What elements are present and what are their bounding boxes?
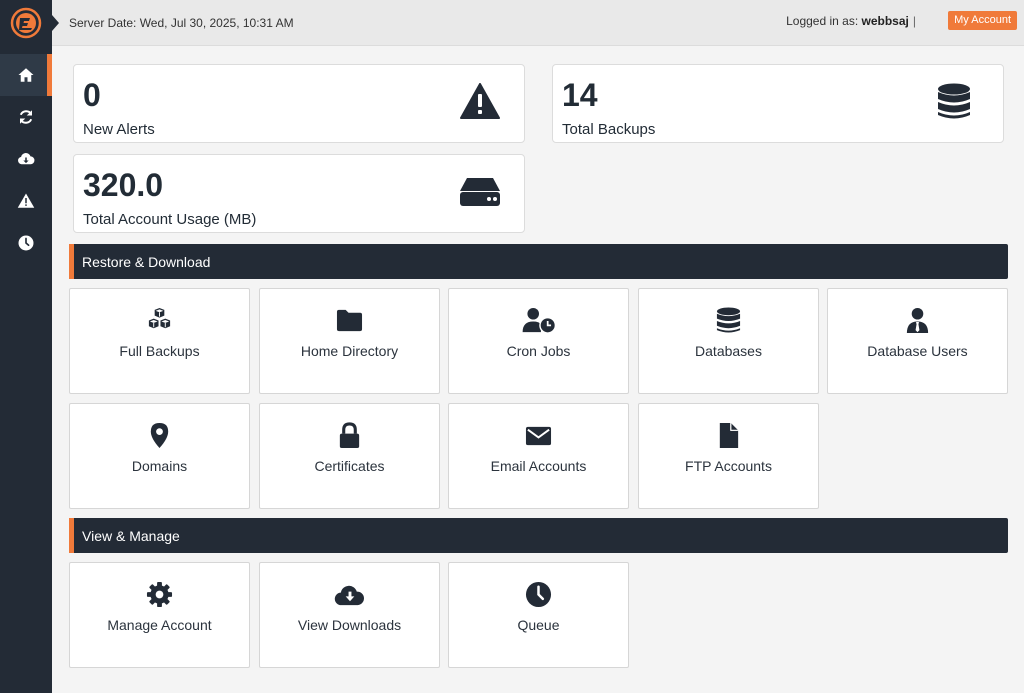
tile-label: View Downloads (297, 617, 402, 633)
tile-icon-wrap (70, 422, 249, 450)
tile-icon-wrap (260, 581, 439, 609)
logo-icon (10, 7, 42, 39)
tile-icon-wrap (639, 422, 818, 450)
tile-cron-jobs[interactable]: Cron Jobs (448, 288, 629, 394)
my-account-button[interactable]: My Account (948, 11, 1017, 30)
tile-queue[interactable]: Queue (448, 562, 629, 668)
tile-icon-wrap (260, 307, 439, 335)
backups-count: 14 (562, 77, 598, 113)
tile-icon-wrap (449, 581, 628, 609)
section-view-manage: View & Manage (69, 518, 1008, 553)
hard-drive-icon (460, 178, 500, 206)
tile-icon-wrap (639, 307, 818, 335)
tile-domains[interactable]: Domains (69, 403, 250, 509)
tile-label: Email Accounts (490, 458, 587, 474)
database-icon (716, 307, 741, 333)
cloud-download-icon (18, 153, 35, 165)
warning-icon (17, 193, 35, 208)
folder-icon (336, 309, 363, 332)
tile-certificates[interactable]: Certificates (259, 403, 440, 509)
tile-database-users[interactable]: Database Users (827, 288, 1008, 394)
sidebar-item-home[interactable] (0, 54, 52, 96)
tile-label: Certificates (314, 458, 385, 474)
tile-databases[interactable]: Databases (638, 288, 819, 394)
logged-in-label: Logged in as: (786, 14, 859, 28)
top-header: Server Date: Wed, Jul 30, 2025, 10:31 AM… (52, 0, 1024, 46)
sidebar-item-downloads[interactable] (0, 138, 52, 180)
usage-label: Total Account Usage (MB) (83, 211, 257, 228)
stat-card-usage[interactable]: 320.0 Total Account Usage (MB) (73, 154, 525, 233)
alerts-label: New Alerts (83, 121, 155, 138)
tile-icon-wrap (449, 307, 628, 335)
tile-email-accounts[interactable]: Email Accounts (448, 403, 629, 509)
gear-icon (146, 581, 173, 608)
sidebar (0, 0, 52, 693)
tile-icon-wrap (260, 422, 439, 450)
user-tie-icon (906, 307, 929, 334)
cubes-icon (148, 307, 171, 329)
tile-home-directory[interactable]: Home Directory (259, 288, 440, 394)
tile-icon-wrap (449, 422, 628, 450)
envelope-icon (525, 426, 552, 446)
tile-icon-wrap (70, 581, 249, 609)
tile-ftp-accounts[interactable]: FTP Accounts (638, 403, 819, 509)
section-title: Restore & Download (82, 254, 211, 270)
cloud-download-icon (334, 585, 364, 606)
tile-label: Queue (517, 617, 560, 633)
sidebar-item-backups[interactable] (0, 96, 52, 138)
app-logo[interactable] (0, 0, 52, 46)
file-icon (719, 422, 739, 449)
tile-label: FTP Accounts (685, 458, 772, 474)
tile-label: Full Backups (119, 343, 200, 359)
tile-label: Home Directory (300, 343, 399, 359)
tile-label: Domains (131, 458, 188, 474)
tile-full-backups[interactable]: Full Backups (69, 288, 250, 394)
sidebar-item-queue[interactable] (0, 222, 52, 264)
stat-card-alerts[interactable]: 0 New Alerts (73, 64, 525, 143)
home-icon (18, 68, 34, 82)
tile-label: Cron Jobs (506, 343, 571, 359)
tile-label: Manage Account (107, 617, 212, 633)
lock-icon (339, 422, 360, 449)
clock-icon (525, 581, 552, 608)
tile-icon-wrap (70, 307, 249, 335)
database-icon (938, 83, 970, 119)
tile-label: Database Users (867, 343, 968, 359)
refresh-icon (19, 110, 33, 124)
header-arrow (52, 15, 59, 31)
section-restore-download: Restore & Download (69, 244, 1008, 279)
login-info: Logged in as: webbsaj | (786, 14, 916, 28)
alerts-count: 0 (83, 77, 101, 113)
backups-label: Total Backups (562, 121, 656, 138)
section-title: View & Manage (82, 528, 180, 544)
map-marker-icon (150, 422, 169, 449)
login-separator: | (912, 14, 916, 28)
tile-icon-wrap (828, 307, 1007, 335)
server-date: Server Date: Wed, Jul 30, 2025, 10:31 AM (69, 16, 294, 30)
tile-manage-account[interactable]: Manage Account (69, 562, 250, 668)
tile-label: Databases (695, 343, 762, 359)
sidebar-item-alerts[interactable] (0, 180, 52, 222)
clock-icon (18, 235, 34, 251)
warning-icon (460, 83, 500, 119)
stat-card-backups[interactable]: 14 Total Backups (552, 64, 1004, 143)
username: webbsaj (861, 14, 909, 28)
usage-value: 320.0 (83, 167, 164, 203)
tile-view-downloads[interactable]: View Downloads (259, 562, 440, 668)
user-clock-icon (522, 307, 556, 334)
